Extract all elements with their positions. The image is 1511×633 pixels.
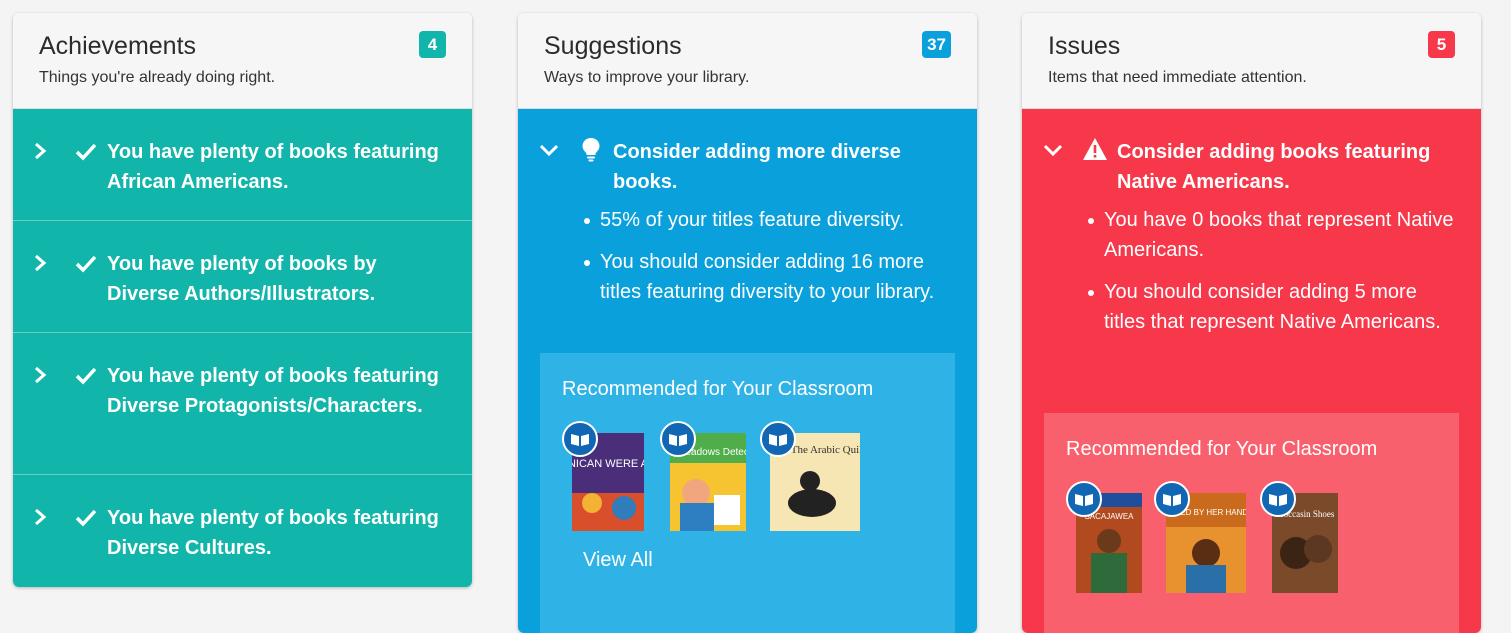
achievement-item[interactable]: You have plenty of books featuring Diver… [13, 333, 472, 475]
issues-card: Issues Items that need immediate attenti… [1022, 13, 1481, 633]
achievement-label: You have plenty of books by Diverse Auth… [107, 253, 377, 305]
issues-body: Consider adding books featuring Native A… [1022, 109, 1481, 633]
book-reader-icon [1154, 481, 1190, 517]
issue-heading-text: Consider adding books featuring Native A… [1117, 141, 1431, 193]
book-cover-text: The Arabic Quilt [791, 444, 860, 456]
chevron-down-icon [539, 144, 559, 157]
suggestions-card: Suggestions Ways to improve your library… [518, 13, 977, 633]
recommended-books: SACAJAWEA SHAPED BY HER HANDS [1066, 481, 1437, 613]
achievements-subtitle: Things you're already doing right. [39, 69, 276, 86]
suggestions-title: Suggestions [544, 32, 682, 60]
bullet-item: You should consider adding 16 more title… [584, 247, 957, 307]
book-reader-icon [1066, 481, 1102, 517]
chevron-right-icon [35, 366, 47, 384]
suggestion-bullets: 55% of your titles feature diversity. Yo… [518, 197, 977, 307]
suggestion-heading-text: Consider adding more diverse books. [613, 141, 901, 193]
suggestions-body: Consider adding more diverse books. 55% … [518, 109, 977, 633]
issues-count-badge: 5 [1428, 31, 1455, 58]
recommended-panel: Recommended for Your Classroom SACAJAWEA [1044, 413, 1459, 633]
checkmark-icon [75, 509, 97, 527]
chevron-right-icon [35, 142, 47, 160]
achievement-label: You have plenty of books featuring Afric… [107, 141, 439, 193]
checkmark-icon [75, 143, 97, 161]
issues-title: Issues [1048, 32, 1121, 60]
issues-subtitle: Items that need immediate attention. [1048, 69, 1307, 86]
recommended-books: IF DOMINICAN WERE A COLOR Sweet Meadows … [526, 421, 933, 553]
achievement-label: You have plenty of books featuring Diver… [107, 365, 439, 417]
achievements-header: Achievements Things you're already doing… [13, 13, 472, 109]
bullet-item: 55% of your titles feature diversity. [584, 205, 957, 235]
recommended-panel: Recommended for Your Classroom IF DOMINI… [526, 353, 955, 633]
achievements-list: You have plenty of books featuring Afric… [13, 109, 472, 587]
book-cover-text: IF DOMINICAN WERE A COLOR [572, 458, 644, 470]
recommended-title: Recommended for Your Classroom [562, 378, 874, 400]
achievements-title: Achievements [39, 32, 197, 60]
book-reader-icon [1260, 481, 1296, 517]
achievements-count-badge: 4 [419, 31, 446, 58]
suggestion-heading[interactable]: Consider adding more diverse books. [518, 109, 977, 197]
suggestions-header: Suggestions Ways to improve your library… [518, 13, 977, 109]
book-reader-icon [760, 421, 796, 457]
suggestions-count-badge: 37 [922, 31, 951, 58]
checkmark-icon [75, 255, 97, 273]
achievement-label: You have plenty of books featuring Diver… [107, 507, 439, 559]
issues-header: Issues Items that need immediate attenti… [1022, 13, 1481, 109]
achievement-item[interactable]: You have plenty of books by Diverse Auth… [13, 221, 472, 333]
suggestions-subtitle: Ways to improve your library. [544, 69, 750, 86]
checkmark-icon [75, 367, 97, 385]
bullet-item: You should consider adding 5 more titles… [1088, 277, 1461, 337]
achievement-item[interactable]: You have plenty of books featuring Afric… [13, 109, 472, 221]
issue-bullets: You have 0 books that represent Native A… [1022, 197, 1481, 337]
chevron-down-icon [1043, 144, 1063, 157]
achievements-card: Achievements Things you're already doing… [13, 13, 472, 587]
chevron-right-icon [35, 254, 47, 272]
chevron-right-icon [35, 508, 47, 526]
achievement-item[interactable]: You have plenty of books featuring Diver… [13, 475, 472, 587]
lightbulb-icon [582, 138, 600, 162]
recommended-title: Recommended for Your Classroom [1066, 438, 1378, 460]
book-reader-icon [562, 421, 598, 457]
view-all-link[interactable]: View All [583, 549, 653, 572]
warning-icon [1083, 138, 1107, 160]
issue-heading[interactable]: Consider adding books featuring Native A… [1022, 109, 1481, 197]
book-reader-icon [660, 421, 696, 457]
bullet-item: You have 0 books that represent Native A… [1088, 205, 1461, 265]
